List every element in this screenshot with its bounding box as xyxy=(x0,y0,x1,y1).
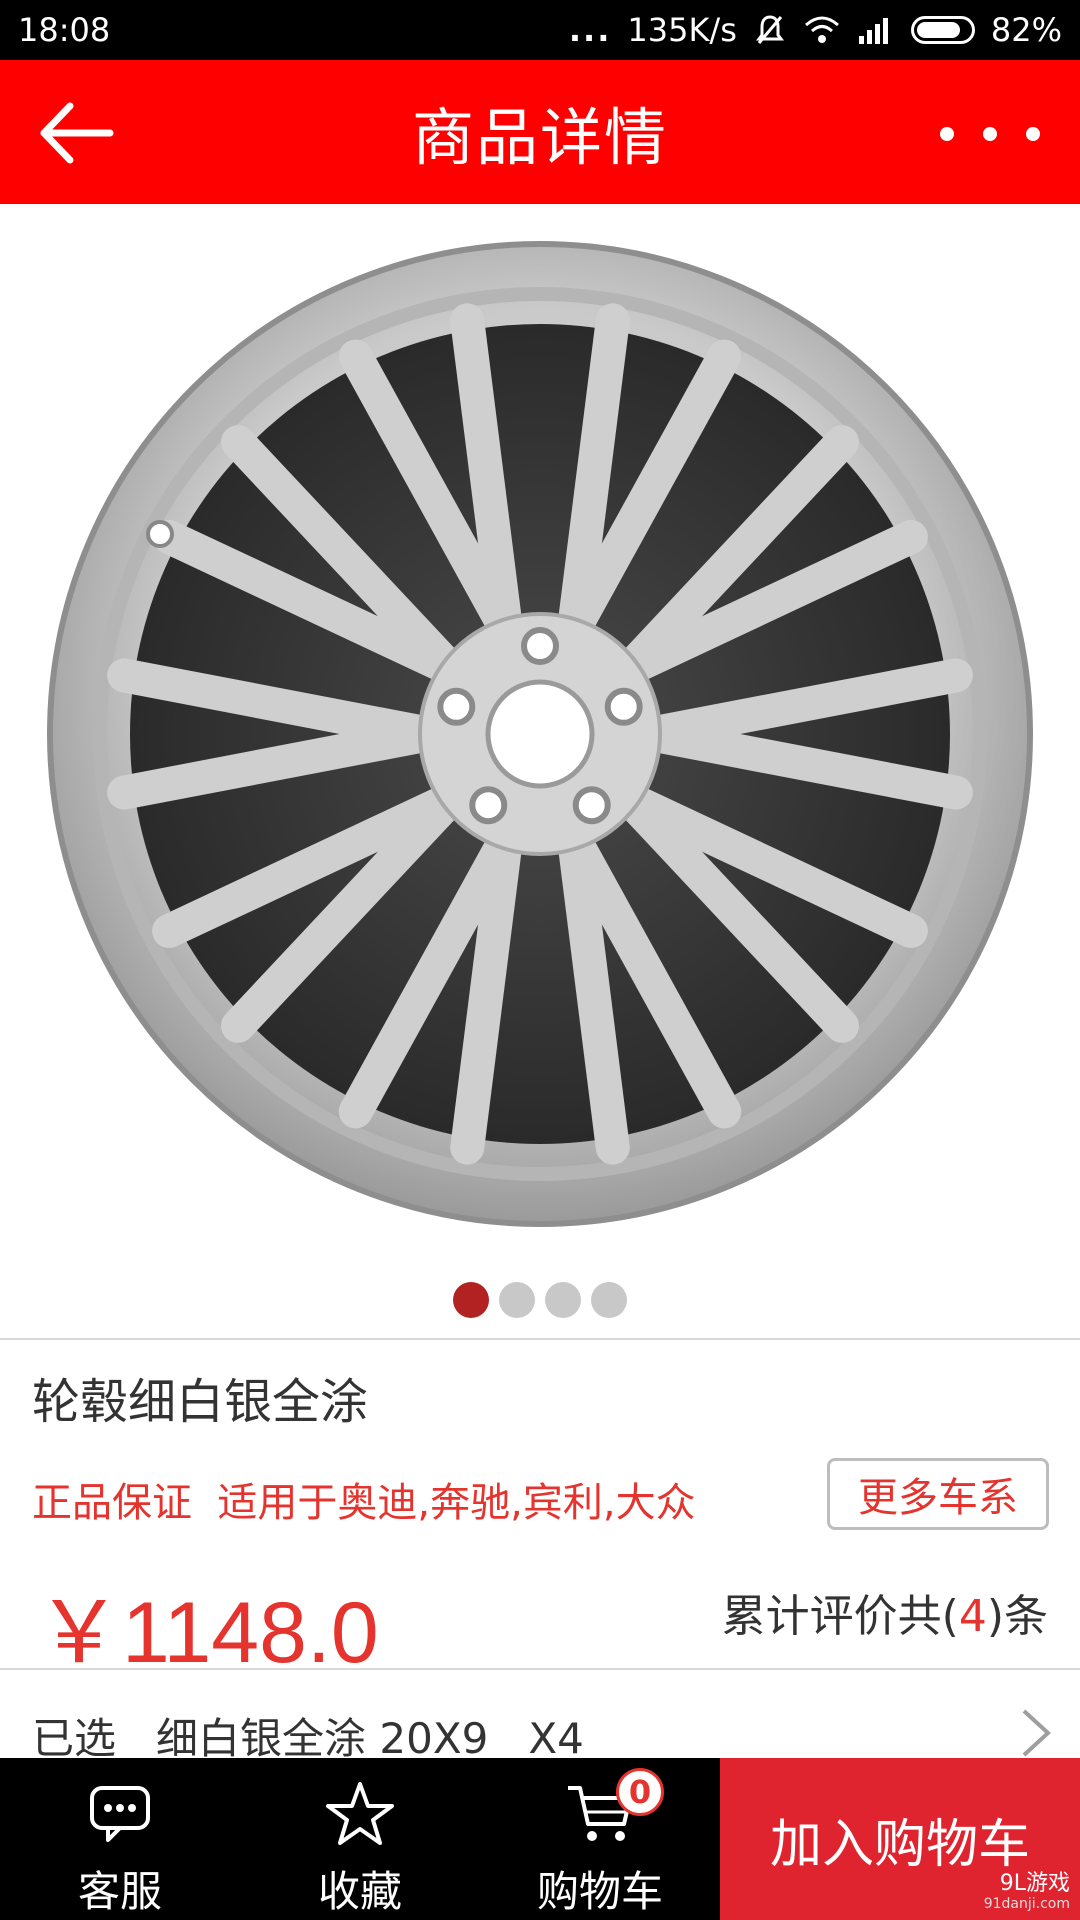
favorite-tab[interactable]: 收藏 xyxy=(240,1758,480,1920)
status-indicators: ... 135K/s 82% xyxy=(569,11,1062,49)
cart-tab[interactable]: 0 购物车 xyxy=(480,1758,720,1920)
reviews-prefix: 累计评价共( xyxy=(721,1591,959,1642)
watermark-logo: 9L游戏 xyxy=(999,1871,1070,1897)
battery-percent: 82% xyxy=(990,11,1062,49)
pager-dot[interactable] xyxy=(591,1282,627,1318)
cart-badge: 0 xyxy=(616,1768,664,1816)
image-pager xyxy=(0,1282,1080,1326)
product-name: 轮毂细白银全涂 xyxy=(32,1374,369,1430)
lug-hole xyxy=(469,786,508,825)
service-tab[interactable]: 客服 xyxy=(0,1758,240,1920)
selected-spec[interactable]: 已选 细白银全涂 20X9 X4 xyxy=(32,1705,584,1766)
reviews-suffix: )条 xyxy=(986,1591,1048,1642)
bottom-bar: 客服 收藏 0 购物车 加入购物车 9L游戏 91danji.com xyxy=(0,1758,1080,1920)
page-title: 商品详情 xyxy=(411,101,668,174)
reviews-count: 4 xyxy=(958,1591,987,1642)
network-speed: 135K/s xyxy=(627,11,737,49)
service-label: 客服 xyxy=(77,1867,162,1916)
star-icon xyxy=(326,1782,394,1845)
pager-dot[interactable] xyxy=(453,1282,489,1318)
pager-dot[interactable] xyxy=(545,1282,581,1318)
status-bar: 18:08 ... 135K/s 82% xyxy=(0,0,1080,60)
divider xyxy=(0,1668,1080,1670)
lug-hole xyxy=(521,627,559,665)
status-time: 18:08 xyxy=(18,11,111,49)
watermark-url: 91danji.com xyxy=(983,1895,1070,1912)
notification-dots: ... xyxy=(568,11,612,49)
favorite-label: 收藏 xyxy=(317,1867,402,1916)
pager-dot[interactable] xyxy=(499,1282,535,1318)
lug-hole xyxy=(437,687,476,726)
product-image[interactable] xyxy=(0,204,1080,1264)
back-arrow-icon[interactable] xyxy=(30,88,120,178)
lug-hole xyxy=(604,687,643,726)
more-options-icon[interactable] xyxy=(940,104,1040,164)
cart-label: 购物车 xyxy=(536,1867,663,1916)
signal-icon xyxy=(858,18,888,44)
battery-icon xyxy=(910,16,975,44)
chat-icon xyxy=(90,1786,150,1842)
app-header: 商品详情 xyxy=(0,60,1080,204)
wifi-icon xyxy=(804,16,839,43)
promo-text: 正品保证 适用于奥迪,奔驰,宾利,大众 xyxy=(32,1480,696,1526)
divider xyxy=(0,1338,1080,1340)
chevron-right-icon[interactable] xyxy=(1016,1705,1056,1761)
watermark: 9L游戏 91danji.com xyxy=(984,1872,1070,1912)
lug-hole xyxy=(572,786,611,825)
more-series-button[interactable]: 更多车系 xyxy=(827,1458,1049,1530)
reviews-summary[interactable]: 累计评价共(4)条 xyxy=(722,1580,1048,1644)
alloy-wheel-image xyxy=(47,241,1033,1227)
bell-muted-icon xyxy=(755,15,784,44)
